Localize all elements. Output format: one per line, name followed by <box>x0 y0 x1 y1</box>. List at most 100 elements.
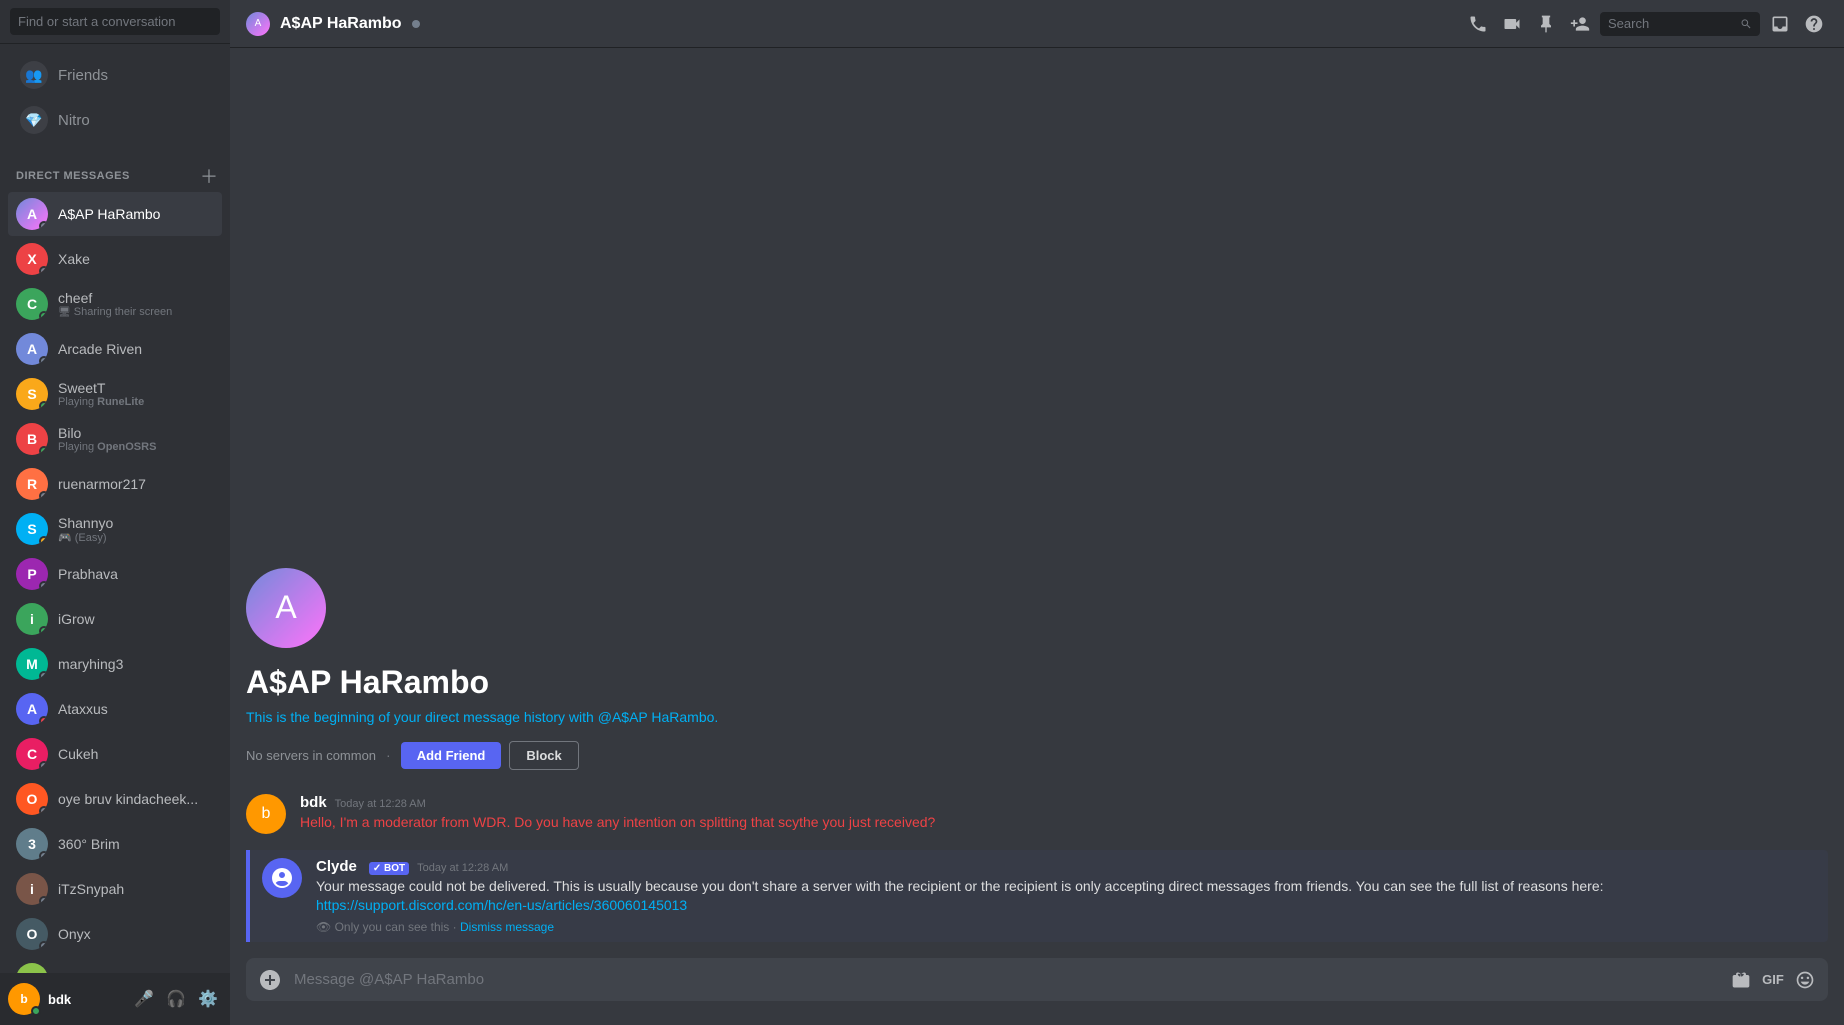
dm-name-pao: PAO <box>58 971 214 973</box>
header-search <box>1600 12 1760 36</box>
status-dot-mary <box>39 671 48 680</box>
dm-item-oye[interactable]: O oye bruv kindacheek... <box>8 777 222 821</box>
settings-button[interactable]: ⚙️ <box>194 985 222 1013</box>
dm-name-bilo: Bilo <box>58 425 214 441</box>
status-dot-prab <box>39 581 48 590</box>
status-dot-itz <box>39 896 48 905</box>
dm-item-rue[interactable]: R ruenarmor217 <box>8 462 222 506</box>
avatar-ata: A <box>16 693 48 725</box>
chat-messages: A A$AP HaRambo This is the beginning of … <box>230 48 1844 958</box>
input-right-buttons: GIF <box>1726 965 1820 995</box>
dm-header: DIRECT MESSAGES ＋ <box>0 151 230 189</box>
mute-button[interactable]: 🎤 <box>130 985 158 1013</box>
dm-info-360: 360° Brim <box>58 836 214 852</box>
dm-name-cukeh: Cukeh <box>58 746 214 762</box>
sidebar-item-friends[interactable]: 👥 Friends <box>8 53 222 97</box>
pin-button[interactable] <box>1532 10 1560 38</box>
msg-text-bdk: Hello, I'm a moderator from WDR. Do you … <box>300 813 1828 833</box>
dm-name-ata: Ataxxus <box>58 701 214 717</box>
avatar-sweet: S <box>16 378 48 410</box>
dm-item-shanny[interactable]: S Shannyo 🎮 (Easy) <box>8 507 222 551</box>
dm-item-bilo[interactable]: B Bilo Playing OpenOSRS <box>8 417 222 461</box>
gift-button[interactable] <box>1726 965 1756 995</box>
dm-item-360[interactable]: 3 360° Brim <box>8 822 222 866</box>
eye-icon: 👁 <box>316 920 331 934</box>
status-dot-bilo <box>39 446 48 455</box>
dm-name-sweet: SweetT <box>58 380 214 396</box>
chat-header-right <box>1464 10 1828 38</box>
dm-name-prab: Prabhava <box>58 566 214 582</box>
dm-info-sweet: SweetT Playing RuneLite <box>58 380 214 408</box>
video-call-button[interactable] <box>1498 10 1526 38</box>
avatar-xake: X <box>16 243 48 275</box>
dm-item-cukeh[interactable]: C Cukeh <box>8 732 222 776</box>
help-button[interactable] <box>1800 10 1828 38</box>
dm-name-shanny: Shannyo <box>58 515 214 531</box>
dismiss-link[interactable]: Dismiss message <box>460 920 554 934</box>
main-content: A A$AP HaRambo <box>230 0 1844 1025</box>
dm-name-igrow: iGrow <box>58 611 214 627</box>
dm-info-arcade: Arcade Riven <box>58 341 214 357</box>
dm-item-itz[interactable]: i iTzSnypah <box>8 867 222 911</box>
msg-header-clyde: Clyde ✓ BOT Today at 12:28 AM <box>316 858 1816 875</box>
dm-add-button[interactable]: ＋ <box>200 167 218 185</box>
dm-info-ata: Ataxxus <box>58 701 214 717</box>
dm-info-bilo: Bilo Playing OpenOSRS <box>58 425 214 453</box>
msg-content-bdk: bdk Today at 12:28 AM Hello, I'm a moder… <box>300 794 1828 834</box>
block-button[interactable]: Block <box>509 741 578 770</box>
message-group-bdk: b bdk Today at 12:28 AM Hello, I'm a mod… <box>246 794 1828 834</box>
dm-name-xake: Xake <box>58 251 214 267</box>
add-friend-button[interactable]: Add Friend <box>401 742 502 769</box>
dm-name-rue: ruenarmor217 <box>58 476 214 492</box>
dm-info-pao: PAO <box>58 971 214 973</box>
no-servers-text: No servers in common <box>246 748 376 763</box>
search-input[interactable] <box>10 8 220 35</box>
gif-button[interactable]: GIF <box>1758 965 1788 995</box>
dm-info-mary: maryhing3 <box>58 656 214 672</box>
dm-name-360: 360° Brim <box>58 836 214 852</box>
user-bar-actions: 🎤 🎧 ⚙️ <box>130 985 222 1013</box>
friends-icon: 👥 <box>20 61 48 89</box>
dm-item-arcade[interactable]: A Arcade Riven <box>8 327 222 371</box>
dm-status-shanny: 🎮 (Easy) <box>58 531 214 544</box>
deafen-button[interactable]: 🎧 <box>162 985 190 1013</box>
dm-name-cheef: cheef <box>58 290 214 306</box>
dm-item-asap[interactable]: A A$AP HaRambo <box>8 192 222 236</box>
dm-item-sweet[interactable]: S SweetT Playing RuneLite <box>8 372 222 416</box>
message-group-clyde: Clyde ✓ BOT Today at 12:28 AM Your messa… <box>246 850 1828 942</box>
message-input[interactable] <box>294 958 1718 1001</box>
inbox-button[interactable] <box>1766 10 1794 38</box>
status-dot-asap <box>39 221 48 230</box>
dm-item-mary[interactable]: M maryhing3 <box>8 642 222 686</box>
status-dot-xake <box>39 266 48 275</box>
chat-intro-name: A$AP HaRambo <box>246 664 1828 701</box>
avatar-cheef: C <box>16 288 48 320</box>
chat-header-left: A A$AP HaRambo <box>246 12 420 36</box>
dm-item-xake[interactable]: X Xake <box>8 237 222 281</box>
msg-avatar-clyde <box>262 858 302 898</box>
sidebar-item-label-friends: Friends <box>58 67 108 84</box>
dm-item-prab[interactable]: P Prabhava <box>8 552 222 596</box>
msg-time-clyde: Today at 12:28 AM <box>417 862 508 874</box>
dm-status-cheef: 🖥 Sharing their screen <box>58 306 214 318</box>
dm-item-pao[interactable]: P PAO <box>8 957 222 973</box>
input-add-button[interactable] <box>254 964 286 996</box>
dm-info-igrow: iGrow <box>58 611 214 627</box>
dm-status-bilo: Playing OpenOSRS <box>58 441 214 453</box>
msg-dismiss-clyde: 👁 Only you can see this · Dismiss messag… <box>316 920 1816 934</box>
sidebar-item-nitro[interactable]: 💎 Nitro <box>8 98 222 142</box>
user-bar: b bdk 🎤 🎧 ⚙️ <box>0 973 230 1025</box>
dm-item-ata[interactable]: A Ataxxus <box>8 687 222 731</box>
emoji-button[interactable] <box>1790 965 1820 995</box>
avatar-igrow: i <box>16 603 48 635</box>
sidebar-item-label-nitro: Nitro <box>58 112 90 129</box>
dm-item-onyx[interactable]: O Onyx <box>8 912 222 956</box>
header-search-input[interactable] <box>1608 16 1734 31</box>
dm-item-cheef[interactable]: C cheef 🖥 Sharing their screen <box>8 282 222 326</box>
avatar-prab: P <box>16 558 48 590</box>
msg-link-clyde[interactable]: https://support.discord.com/hc/en-us/art… <box>316 897 687 913</box>
add-friend-header-button[interactable] <box>1566 10 1594 38</box>
chat-intro-actions: No servers in common · Add Friend Block <box>246 741 1828 770</box>
dm-item-igrow[interactable]: i iGrow <box>8 597 222 641</box>
call-button[interactable] <box>1464 10 1492 38</box>
